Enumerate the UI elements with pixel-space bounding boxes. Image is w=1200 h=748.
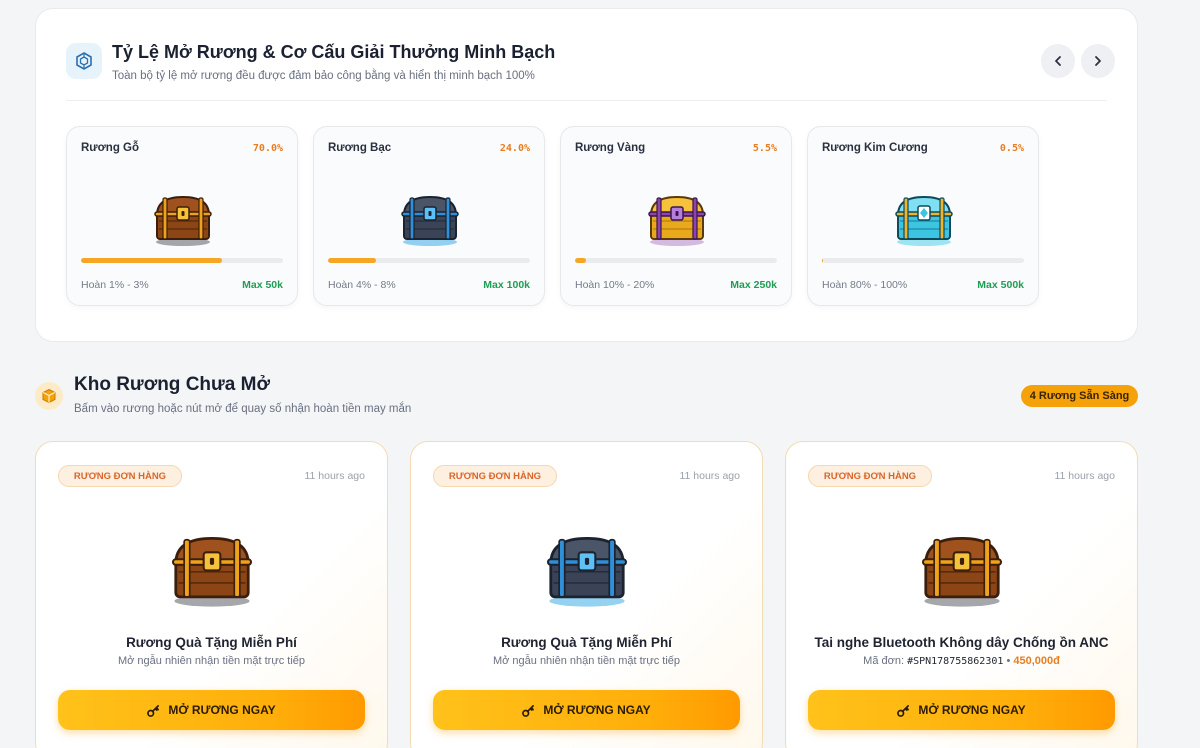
gift-title: Tai nghe Bluetooth Không dây Chống ồn AN… (814, 635, 1109, 650)
tier-card-gold[interactable]: Rương Vàng 5.5% Hoàn 10% - 20% Max 250k (560, 126, 792, 306)
tier-name: Rương Vàng (575, 142, 646, 154)
key-icon (147, 704, 160, 717)
tier-name: Rương Kim Cương (822, 142, 928, 154)
open-chest-label: MỞ RƯƠNG NGAY (543, 703, 651, 717)
gold-chest-icon (645, 191, 709, 247)
tier-progress-track (328, 258, 530, 263)
gift-timestamp: 11 hours ago (304, 470, 365, 482)
chevron-right-icon (1095, 56, 1101, 66)
wood-chest-icon[interactable] (167, 530, 257, 608)
gift-card[interactable]: RƯƠNG ĐƠN HÀNG 11 hours ago Tai nghe Blu… (785, 441, 1138, 748)
tier-progress-track (822, 258, 1024, 263)
tier-cashback-range: Hoàn 80% - 100% (822, 279, 908, 291)
order-price: 450,000đ (1013, 655, 1060, 667)
tier-percent: 24.0% (499, 143, 530, 154)
gift-timestamp: 11 hours ago (1054, 470, 1115, 482)
open-chest-label: MỞ RƯƠNG NGAY (918, 703, 1026, 717)
tier-name: Rương Gỗ (81, 142, 140, 154)
wood-chest-icon[interactable] (917, 530, 1007, 608)
open-chest-button[interactable]: MỞ RƯƠNG NGAY (58, 690, 365, 730)
carousel-next-button[interactable] (1081, 44, 1115, 78)
order-chest-tag: RƯƠNG ĐƠN HÀNG (58, 465, 182, 487)
tier-percent: 70.0% (252, 143, 283, 154)
tier-card-silver[interactable]: Rương Bạc 24.0% Hoàn 4% - 8% Max 100k (313, 126, 545, 306)
chevron-left-icon (1055, 56, 1061, 66)
gift-description: Mở ngẫu nhiên nhận tiền mặt trực tiếp (117, 655, 306, 667)
order-info: Mã đơn: #SPN178755862301 • 450,000đ (786, 655, 1137, 667)
tier-progress-fill (81, 258, 223, 263)
tier-cashback-range: Hoàn 1% - 3% (81, 279, 149, 291)
diamond-chest-icon (892, 191, 956, 247)
tier-progress-fill (328, 258, 377, 263)
wood-chest-icon (151, 191, 215, 247)
box-icon (35, 382, 63, 410)
tier-max-reward: Max 500k (977, 279, 1024, 291)
order-chest-tag: RƯƠNG ĐƠN HÀNG (808, 465, 932, 487)
rates-subtitle: Toàn bộ tỷ lệ mở rương đều được đảm bảo … (112, 70, 535, 82)
tier-progress-fill (822, 258, 823, 263)
rates-header: Tỷ Lệ Mở Rương & Cơ Cấu Giải Thưởng Minh… (66, 41, 1115, 101)
order-code-label: Mã đơn: (863, 655, 908, 667)
tier-card-wood[interactable]: Rương Gỗ 70.0% Hoàn 1% - 3% Max 50k (66, 126, 298, 306)
tier-cashback-range: Hoàn 10% - 20% (575, 279, 655, 291)
carousel-prev-button[interactable] (1041, 44, 1075, 78)
silver-chest-icon (398, 191, 462, 247)
tier-progress-fill (575, 258, 587, 263)
inventory-subtitle: Bấm vào rương hoặc nút mở để quay số nhậ… (74, 403, 412, 415)
tier-max-reward: Max 250k (730, 279, 777, 291)
tier-cashback-range: Hoàn 4% - 8% (328, 279, 396, 291)
tier-percent: 0.5% (999, 143, 1024, 154)
open-chest-label: MỞ RƯƠNG NGAY (168, 703, 276, 717)
gift-title: Rương Quà Tặng Miễn Phí (501, 635, 672, 650)
order-code: #SPN178755862301 (907, 656, 1004, 667)
tier-max-reward: Max 50k (242, 279, 283, 291)
ready-count-badge: 4 Rương Sẵn Sàng (1021, 385, 1138, 407)
key-icon (897, 704, 910, 717)
gift-card[interactable]: RƯƠNG ĐƠN HÀNG 11 hours ago Rương Quà Tặ… (410, 441, 763, 748)
gift-timestamp: 11 hours ago (679, 470, 740, 482)
key-icon (522, 704, 535, 717)
tier-percent: 5.5% (752, 143, 777, 154)
order-separator: • (1003, 655, 1014, 667)
inventory-title: Kho Rương Chưa Mở (74, 374, 270, 395)
hexagon-crypto-icon (66, 43, 102, 79)
tier-max-reward: Max 100k (483, 279, 530, 291)
tier-progress-track (575, 258, 777, 263)
open-chest-button[interactable]: MỞ RƯƠNG NGAY (808, 690, 1115, 730)
rates-title: Tỷ Lệ Mở Rương & Cơ Cấu Giải Thưởng Minh… (112, 42, 556, 62)
tier-progress-track (81, 258, 283, 263)
gift-description: Mở ngẫu nhiên nhận tiền mặt trực tiếp (492, 655, 681, 667)
open-chest-button[interactable]: MỞ RƯƠNG NGAY (433, 690, 740, 730)
gift-title: Rương Quà Tặng Miễn Phí (126, 635, 297, 650)
gift-card[interactable]: RƯƠNG ĐƠN HÀNG 11 hours ago Rương Quà Tặ… (35, 441, 388, 748)
order-chest-tag: RƯƠNG ĐƠN HÀNG (433, 465, 557, 487)
rates-card: Tỷ Lệ Mở Rương & Cơ Cấu Giải Thưởng Minh… (35, 8, 1138, 342)
tier-name: Rương Bạc (328, 142, 392, 154)
silver-chest-icon[interactable] (542, 530, 632, 608)
tier-card-diamond[interactable]: Rương Kim Cương 0.5% Hoàn 80% - 100% Max… (807, 126, 1039, 306)
